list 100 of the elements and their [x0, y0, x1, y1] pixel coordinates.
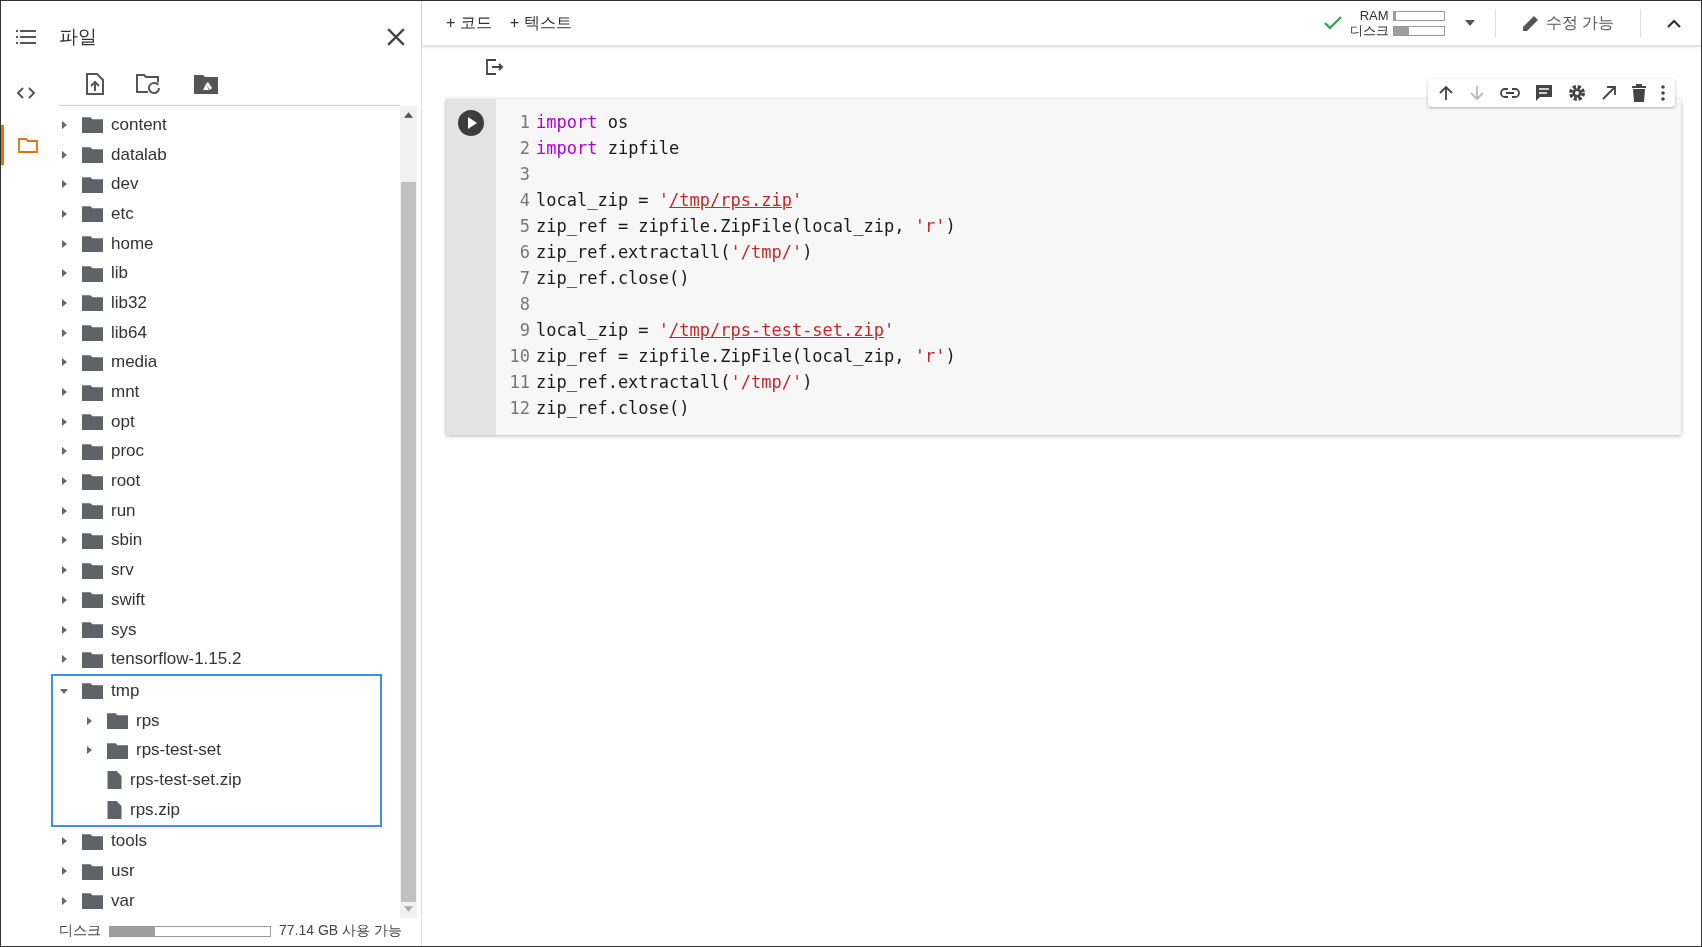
tree-item[interactable]: srv: [51, 555, 400, 585]
table-of-contents-icon[interactable]: [16, 29, 36, 45]
caret-right-icon[interactable]: [59, 357, 69, 368]
caret-right-icon[interactable]: [59, 149, 69, 160]
drive-folder-icon[interactable]: [194, 74, 218, 94]
line-number: 4: [518, 190, 531, 210]
folder-icon: [82, 324, 103, 342]
tree-item[interactable]: lib64: [51, 317, 400, 348]
tree-item[interactable]: rps-test-set: [53, 735, 380, 766]
scroll-up-icon[interactable]: [404, 112, 413, 118]
tree-item[interactable]: opt: [51, 406, 400, 437]
tree-item[interactable]: rps: [53, 705, 380, 736]
settings-icon[interactable]: [1568, 84, 1586, 102]
tree-item[interactable]: usr: [51, 856, 400, 886]
add-code-button[interactable]: + 코드: [440, 8, 498, 38]
tree-item[interactable]: content: [51, 110, 400, 140]
folder-icon: [82, 116, 103, 134]
more-icon[interactable]: [1661, 85, 1665, 101]
caret-right-icon[interactable]: [59, 179, 69, 190]
code-cell[interactable]: [446, 99, 1681, 435]
code-icon[interactable]: [16, 87, 36, 99]
tree-item[interactable]: sbin: [51, 525, 400, 556]
code-line: local_zip = '/tmp/rps-test-set.zip': [536, 320, 895, 340]
caret-right-icon[interactable]: [59, 836, 69, 847]
tree-item[interactable]: mnt: [51, 377, 400, 407]
folder-icon: [107, 712, 128, 730]
scrollbar[interactable]: [400, 106, 417, 918]
caret-right-icon[interactable]: [59, 895, 69, 906]
caret-right-icon[interactable]: [84, 715, 94, 726]
tree-item[interactable]: run: [51, 495, 400, 526]
tree-item[interactable]: sys: [51, 614, 400, 645]
caret-right-icon[interactable]: [59, 624, 69, 635]
disk-usage-bar: [1392, 25, 1445, 36]
collapse-icon[interactable]: [1667, 18, 1681, 28]
folder-icon: [82, 235, 103, 253]
folder-icon: [82, 621, 103, 639]
caret-right-icon[interactable]: [59, 535, 69, 546]
folder-icon[interactable]: [17, 137, 38, 153]
tree-item[interactable]: root: [51, 466, 400, 496]
tree-item[interactable]: tools: [51, 826, 400, 857]
caret-right-icon[interactable]: [59, 505, 69, 516]
tree-item[interactable]: rps-test-set.zip: [53, 765, 380, 795]
caret-right-icon[interactable]: [59, 208, 69, 219]
caret-right-icon[interactable]: [59, 866, 69, 877]
tree-item[interactable]: var: [51, 885, 400, 916]
folder-icon: [82, 205, 103, 223]
caret-right-icon[interactable]: [59, 446, 69, 457]
line-number: 8: [518, 294, 531, 314]
tree-item[interactable]: tensorflow-1.15.2: [51, 644, 400, 675]
link-icon[interactable]: [1500, 88, 1520, 98]
tree-item[interactable]: proc: [51, 436, 400, 467]
caret-right-icon[interactable]: [59, 327, 69, 338]
tree-item[interactable]: tmp: [53, 676, 380, 706]
folder-icon: [82, 561, 103, 579]
code-line: zip_ref.extractall('/tmp/'): [536, 242, 813, 262]
caret-right-icon[interactable]: [59, 387, 69, 398]
tree-item[interactable]: rps.zip: [53, 794, 380, 825]
caret-right-icon[interactable]: [59, 268, 69, 279]
upload-file-icon[interactable]: [86, 73, 104, 95]
run-button[interactable]: [458, 110, 484, 136]
arrow-up-right-icon[interactable]: [1601, 85, 1617, 101]
caret-right-icon[interactable]: [59, 416, 69, 427]
code-line: zip_ref = zipfile.ZipFile(local_zip, 'r'): [536, 216, 956, 236]
file-icon: [107, 800, 122, 819]
close-icon[interactable]: [387, 28, 405, 46]
caret-right-icon[interactable]: [84, 745, 94, 756]
folder-icon: [82, 264, 103, 282]
ram-usage-bar: [1392, 10, 1445, 21]
tree-item[interactable]: etc: [51, 199, 400, 229]
tree-item[interactable]: lib: [51, 258, 400, 289]
caret-right-icon[interactable]: [59, 297, 69, 308]
caret-right-icon[interactable]: [59, 594, 69, 605]
folder-icon: [82, 650, 103, 668]
caret-right-icon[interactable]: [59, 654, 69, 665]
tree-item[interactable]: home: [51, 228, 400, 259]
code-line: import os: [536, 112, 629, 132]
folder-refresh-icon[interactable]: [136, 74, 162, 94]
caret-right-icon[interactable]: [59, 476, 69, 487]
tree-item[interactable]: dev: [51, 169, 400, 200]
edit-mode-button[interactable]: 수정 가능: [1515, 11, 1620, 35]
tree-item[interactable]: media: [51, 347, 400, 378]
trash-icon[interactable]: [1632, 84, 1646, 102]
line-number: 2: [518, 138, 531, 158]
output-icon[interactable]: [486, 59, 504, 75]
line-number: 7: [518, 268, 531, 288]
disk-available-text: 77.14 GB 사용 가능: [279, 922, 402, 940]
add-text-button[interactable]: + 텍스트: [503, 8, 578, 38]
caret-right-icon[interactable]: [59, 565, 69, 576]
tree-item[interactable]: datalab: [51, 139, 400, 170]
folder-icon: [82, 175, 103, 193]
arrow-up-icon[interactable]: [1438, 85, 1454, 101]
folder-icon: [82, 682, 103, 700]
dropdown-icon[interactable]: [1464, 20, 1475, 26]
comment-icon[interactable]: [1535, 84, 1553, 102]
caret-right-icon[interactable]: [59, 119, 69, 130]
tree-item[interactable]: swift: [51, 585, 400, 615]
folder-icon: [82, 892, 103, 910]
line-number: 3: [518, 164, 531, 184]
tree-item[interactable]: lib32: [51, 288, 400, 318]
caret-right-icon[interactable]: [59, 238, 69, 249]
